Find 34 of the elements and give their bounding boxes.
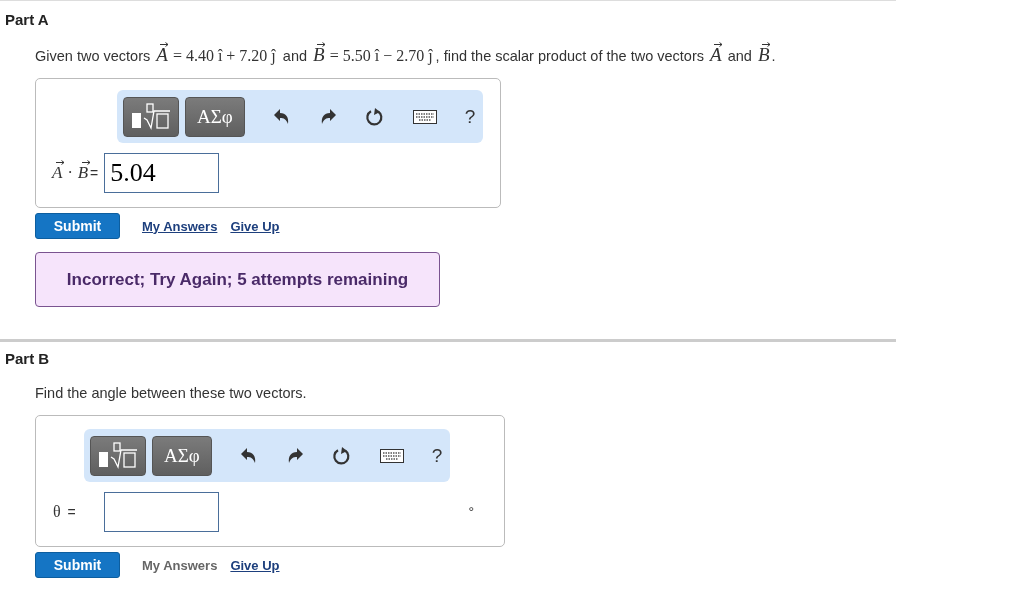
give-up-link[interactable]: Give Up <box>230 218 280 234</box>
answers-link: My Answers <box>142 557 218 573</box>
give-up-link[interactable]: Give Up <box>230 557 280 573</box>
vector-arrow-icon <box>761 42 771 47</box>
vector-arrow-icon <box>81 160 91 165</box>
answers-link[interactable]: My Answers <box>142 218 218 234</box>
undo-icon[interactable] <box>272 107 291 126</box>
vector-arrow-icon <box>317 42 327 47</box>
part-heading: Part B <box>5 350 51 367</box>
unit-label: ° <box>468 504 474 520</box>
answer-field[interactable]: 5.04 <box>104 153 220 193</box>
vector-arrow-icon <box>714 42 724 47</box>
submit-button[interactable]: Submit <box>35 552 120 578</box>
vector-arrow-icon <box>56 160 65 165</box>
template-button[interactable] <box>123 96 179 137</box>
greek-symbols-button[interactable]: ΑΣφ <box>185 96 245 137</box>
feedback-message: Incorrect; Try Again; 5 attempts remaining <box>35 252 440 307</box>
answer-label: A · B= <box>50 163 99 183</box>
template-button[interactable] <box>90 435 146 476</box>
part-heading: Part A <box>5 11 50 28</box>
reset-icon[interactable] <box>331 445 352 466</box>
vector-arrow-icon <box>160 42 170 47</box>
greek-symbols-button[interactable]: ΑΣφ <box>152 435 212 476</box>
answer-field[interactable] <box>103 492 219 532</box>
help-button[interactable]: ? <box>431 444 443 467</box>
help-button[interactable]: ? <box>464 105 476 128</box>
undo-icon[interactable] <box>239 446 258 465</box>
question-text: Find the angle between these two vectors. <box>35 384 308 403</box>
keyboard-icon[interactable] <box>379 448 404 463</box>
answer-label: θ = <box>52 503 76 521</box>
keyboard-icon[interactable] <box>412 109 437 124</box>
reset-icon[interactable] <box>364 106 385 127</box>
submit-button[interactable]: Submit <box>35 213 120 239</box>
question-text: Given two vectors A = 4.40 î + 7.20 ĵ and B = 5.50 î − 2.70 ĵ , find the scalar product of the two vectors A and B. <box>35 45 777 66</box>
